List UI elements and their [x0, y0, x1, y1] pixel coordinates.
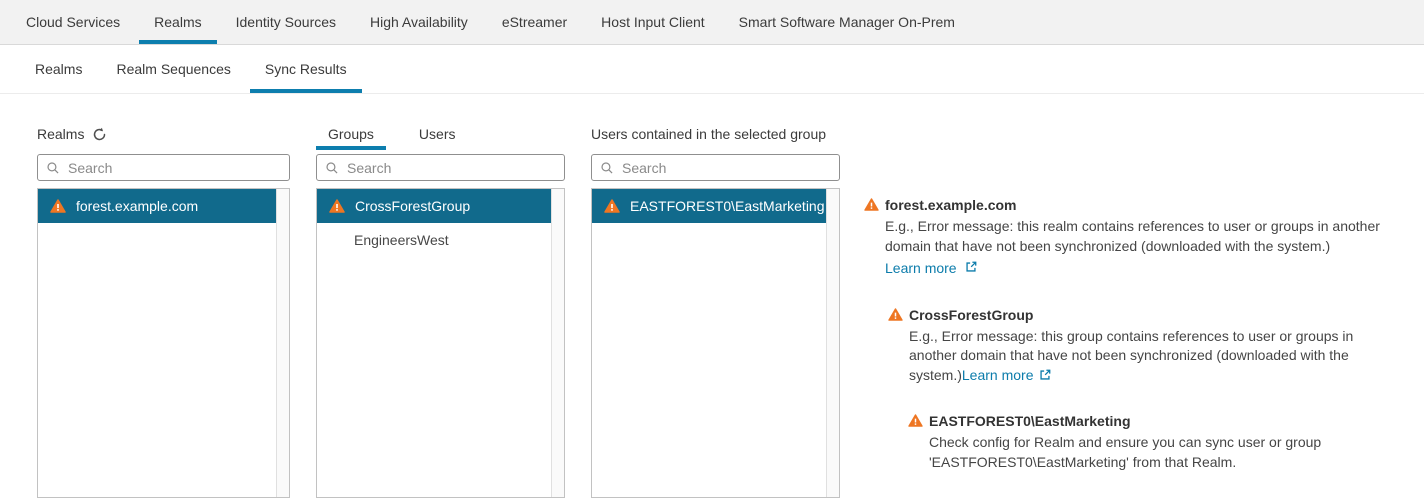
warning-icon: [604, 199, 620, 213]
tab-realms[interactable]: Realms: [139, 0, 218, 44]
learn-more-link[interactable]: Learn more: [962, 367, 1034, 383]
realm-list-item[interactable]: forest.example.com: [38, 189, 276, 223]
user-list-item[interactable]: EASTFOREST0\EastMarketing: [592, 189, 826, 223]
learn-more-link[interactable]: Learn more: [885, 259, 957, 279]
groups-panel: Groups Users CrossForestGroup EngineersW…: [316, 118, 565, 498]
scrollbar[interactable]: [826, 189, 839, 497]
tab-estreamer[interactable]: eStreamer: [487, 0, 582, 44]
realms-search-input[interactable]: [68, 159, 281, 176]
realms-panel: Realms forest.example.com: [37, 118, 290, 498]
warning-block-message: E.g., Error message: this group contains…: [888, 327, 1416, 386]
user-list-item-label: EASTFOREST0\EastMarketing: [630, 198, 825, 214]
realms-panel-title: Realms: [37, 126, 85, 142]
group-list-item[interactable]: CrossForestGroup: [317, 189, 551, 223]
subtab-realm-sequences[interactable]: Realm Sequences: [101, 45, 245, 93]
group-users-search: [591, 154, 840, 181]
sync-warning-details: forest.example.com E.g., Error message: …: [864, 196, 1416, 499]
external-link-icon[interactable]: [964, 260, 978, 277]
tab-host-input-client[interactable]: Host Input Client: [586, 0, 720, 44]
realms-search: [37, 154, 290, 181]
groups-search-input[interactable]: [347, 159, 556, 176]
search-icon: [47, 161, 59, 174]
primary-nav: Cloud Services Realms Identity Sources H…: [0, 0, 1424, 45]
group-users-list: EASTFOREST0\EastMarketing: [591, 188, 840, 498]
warning-block-title-row: forest.example.com: [864, 196, 1416, 215]
group-list-item-label: CrossForestGroup: [355, 198, 471, 214]
tab-cloud-services[interactable]: Cloud Services: [11, 0, 135, 44]
warning-block-user: EASTFOREST0\EastMarketing Check config f…: [908, 412, 1416, 472]
realms-list: forest.example.com: [37, 188, 290, 498]
warning-block-title: forest.example.com: [885, 197, 1017, 213]
refresh-icon: [94, 127, 106, 140]
group-users-panel: Users contained in the selected group EA…: [591, 118, 840, 498]
groups-users-tabs: Groups Users: [316, 118, 565, 150]
warning-block-message: Check config for Realm and ensure you ca…: [929, 434, 1322, 470]
external-link-icon[interactable]: [1038, 369, 1052, 385]
refresh-button[interactable]: [92, 127, 107, 142]
warning-block-group: CrossForestGroup E.g., Error message: th…: [888, 306, 1416, 386]
search-icon: [601, 161, 613, 174]
warning-icon: [864, 198, 879, 211]
subtab-sync-results[interactable]: Sync Results: [249, 45, 362, 93]
warning-block-title: CrossForestGroup: [909, 306, 1034, 323]
groups-list: CrossForestGroup EngineersWest: [316, 188, 565, 498]
warning-block-title-row: CrossForestGroup: [888, 306, 1416, 325]
secondary-nav: Realms Realm Sequences Sync Results: [0, 45, 1424, 94]
warning-block-realm: forest.example.com E.g., Error message: …: [864, 196, 1416, 279]
learn-more-row: Learn more: [864, 259, 1416, 279]
tab-high-availability[interactable]: High Availability: [355, 0, 483, 44]
groups-search: [316, 154, 565, 181]
warning-icon: [50, 199, 66, 213]
group-list-item-label: EngineersWest: [354, 232, 449, 248]
warning-block-message: E.g., Error message: this realm contains…: [885, 218, 1380, 254]
warning-icon: [329, 199, 345, 213]
tab-users[interactable]: Users: [407, 118, 468, 150]
group-list-item[interactable]: EngineersWest: [317, 223, 551, 257]
realm-list-item-label: forest.example.com: [76, 198, 199, 214]
scrollbar[interactable]: [276, 189, 289, 497]
search-icon: [326, 161, 338, 174]
warning-icon: [908, 414, 923, 427]
realms-panel-header: Realms: [37, 118, 290, 150]
group-users-search-input[interactable]: [622, 159, 831, 176]
tab-identity-sources[interactable]: Identity Sources: [221, 0, 351, 44]
scrollbar[interactable]: [551, 189, 564, 497]
warning-block-title: EASTFOREST0\EastMarketing: [929, 413, 1131, 429]
warning-icon: [888, 307, 903, 321]
group-users-panel-header: Users contained in the selected group: [591, 118, 840, 150]
tab-smart-software-manager[interactable]: Smart Software Manager On-Prem: [724, 0, 970, 44]
group-users-panel-title: Users contained in the selected group: [591, 126, 827, 142]
tab-groups[interactable]: Groups: [316, 118, 386, 150]
warning-block-title-row: EASTFOREST0\EastMarketing: [908, 412, 1416, 431]
subtab-realms[interactable]: Realms: [20, 45, 97, 93]
